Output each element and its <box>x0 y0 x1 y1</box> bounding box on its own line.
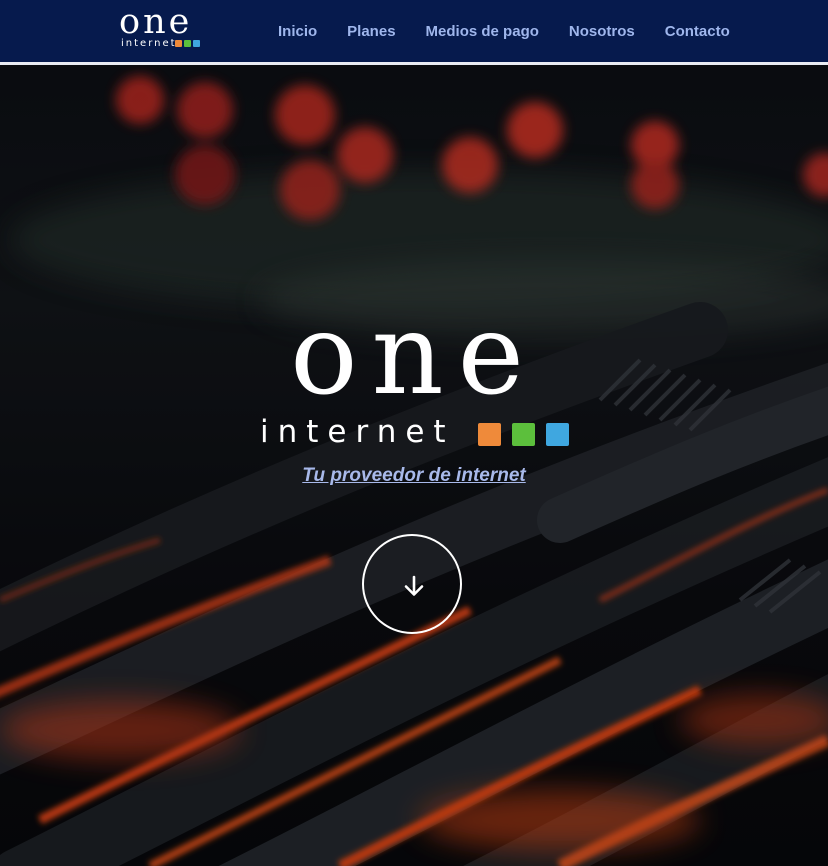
orange-square-icon <box>478 423 501 446</box>
page: one internet Inicio Planes Medios de pag… <box>0 0 828 866</box>
blue-square-icon <box>546 423 569 446</box>
hero-logo: one internet <box>254 290 574 460</box>
hero-logo-wordmark: one <box>290 290 538 420</box>
navbar-logo-wordmark: one <box>119 2 193 42</box>
green-square-icon <box>184 40 191 47</box>
scroll-down-button[interactable] <box>362 534 462 634</box>
navbar-logo[interactable]: one internet <box>119 2 201 50</box>
nav-link-contacto[interactable]: Contacto <box>650 23 745 40</box>
hero-logo-squares <box>478 423 569 446</box>
nav-link-medios-de-pago[interactable]: Medios de pago <box>411 23 554 40</box>
navbar-logo-subtitle: internet <box>121 38 177 49</box>
nav-menu: Inicio Planes Medios de pago Nosotros Co… <box>263 0 745 62</box>
blue-square-icon <box>193 40 200 47</box>
hero-tagline-link[interactable]: Tu proveedor de internet <box>0 465 828 487</box>
arrow-down-icon <box>404 575 424 596</box>
navbar: one internet Inicio Planes Medios de pag… <box>0 0 828 65</box>
navbar-logo-squares <box>175 40 200 47</box>
nav-link-planes[interactable]: Planes <box>332 23 410 40</box>
green-square-icon <box>512 423 535 446</box>
hero-logo-subtitle: internet <box>260 414 455 450</box>
orange-square-icon <box>175 40 182 47</box>
nav-link-inicio[interactable]: Inicio <box>263 23 332 40</box>
nav-link-nosotros[interactable]: Nosotros <box>554 23 650 40</box>
